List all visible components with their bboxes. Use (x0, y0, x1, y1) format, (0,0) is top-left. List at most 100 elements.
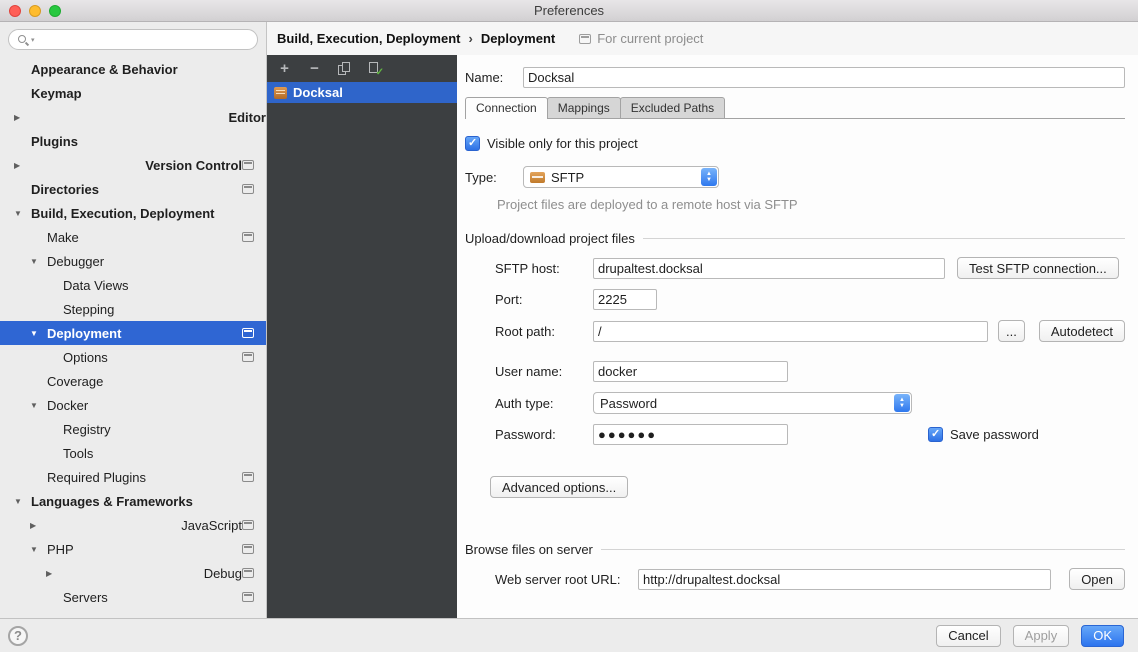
sidebar-item-label: Options (63, 350, 108, 365)
user-name-input[interactable] (593, 361, 788, 382)
sidebar-item-label: Directories (31, 182, 99, 197)
tree-collapse-icon[interactable] (30, 257, 47, 266)
sidebar-item-languages-frameworks[interactable]: Languages & Frameworks (0, 489, 266, 513)
browse-root-path-button[interactable]: ... (998, 320, 1025, 342)
sidebar-item-registry[interactable]: Registry (0, 417, 266, 441)
tree-collapse-icon[interactable] (30, 329, 47, 338)
sidebar-item-php[interactable]: PHP (0, 537, 266, 561)
breadcrumb: Build, Execution, Deployment › Deploymen… (267, 22, 1138, 55)
sidebar-item-deployment[interactable]: Deployment (0, 321, 266, 345)
current-project-indicator-icon (242, 328, 254, 338)
autodetect-button[interactable]: Autodetect (1039, 320, 1125, 342)
sftp-server-icon (274, 87, 287, 99)
breadcrumb-section[interactable]: Build, Execution, Deployment (277, 31, 460, 46)
deployment-form: Name: Connection Mappings Excluded Paths… (457, 55, 1138, 618)
name-input[interactable] (523, 67, 1125, 88)
open-button[interactable]: Open (1069, 568, 1125, 590)
type-value: SFTP (551, 170, 584, 185)
duplicate-server-icon[interactable] (338, 62, 351, 75)
settings-search-box[interactable]: ▾ (8, 29, 258, 50)
zoom-button[interactable] (49, 5, 61, 17)
sidebar-item-keymap[interactable]: Keymap (0, 81, 266, 105)
user-name-label: User name: (495, 364, 593, 379)
test-sftp-connection-button[interactable]: Test SFTP connection... (957, 257, 1119, 279)
sidebar-item-editor[interactable]: Editor (0, 105, 266, 129)
sidebar-item-label: Required Plugins (47, 470, 146, 485)
sidebar-item-build-execution-deployment[interactable]: Build, Execution, Deployment (0, 201, 266, 225)
close-button[interactable] (9, 5, 21, 17)
visible-only-checkbox-row[interactable]: Visible only for this project (465, 136, 1125, 151)
sidebar-item-tools[interactable]: Tools (0, 441, 266, 465)
sidebar-item-version-control[interactable]: Version Control (0, 153, 266, 177)
tab-connection[interactable]: Connection (465, 97, 548, 119)
sidebar-item-label: Make (47, 230, 79, 245)
root-path-input[interactable] (593, 321, 988, 342)
server-toolbar: + − ✓ (267, 55, 457, 82)
sftp-host-input[interactable] (593, 258, 945, 279)
current-project-indicator-icon (242, 352, 254, 362)
window-title: Preferences (534, 3, 604, 18)
tree-expand-icon[interactable] (14, 113, 228, 122)
tab-excluded-paths[interactable]: Excluded Paths (620, 97, 725, 118)
type-hint: Project files are deployed to a remote h… (497, 197, 1125, 212)
save-password-checkbox[interactable] (928, 427, 943, 442)
sidebar-item-coverage[interactable]: Coverage (0, 369, 266, 393)
settings-sidebar: ▾ Appearance & Behavior Keymap Editor Pl… (0, 22, 267, 618)
sidebar-item-plugins[interactable]: Plugins (0, 129, 266, 153)
search-input[interactable] (39, 33, 249, 47)
server-list-item[interactable]: Docksal (267, 82, 457, 103)
sidebar-item-stepping[interactable]: Stepping (0, 297, 266, 321)
tree-expand-icon[interactable] (30, 521, 181, 530)
tree-collapse-icon[interactable] (14, 497, 31, 506)
sidebar-item-directories[interactable]: Directories (0, 177, 266, 201)
sidebar-item-label: Data Views (63, 278, 129, 293)
sidebar-item-debugger[interactable]: Debugger (0, 249, 266, 273)
port-input[interactable] (593, 289, 657, 310)
sidebar-item-javascript[interactable]: JavaScript (0, 513, 266, 537)
type-dropdown[interactable]: SFTP ▲▼ (523, 166, 719, 188)
tree-collapse-icon[interactable] (14, 209, 31, 218)
use-as-default-icon[interactable]: ✓ (368, 62, 382, 75)
help-button[interactable]: ? (8, 626, 28, 646)
search-options-chevron-icon[interactable]: ▾ (31, 36, 35, 44)
tree-expand-icon[interactable] (14, 161, 145, 170)
sidebar-item-label: Plugins (31, 134, 78, 149)
dropdown-stepper-icon[interactable]: ▲▼ (701, 168, 717, 186)
password-input[interactable] (593, 424, 788, 445)
sidebar-item-required-plugins[interactable]: Required Plugins (0, 465, 266, 489)
current-project-indicator-icon (242, 544, 254, 554)
visible-only-checkbox[interactable] (465, 136, 480, 151)
tab-mappings[interactable]: Mappings (547, 97, 621, 118)
breadcrumb-separator: › (468, 31, 472, 46)
sidebar-item-php-servers[interactable]: Servers (0, 585, 266, 609)
advanced-options-button[interactable]: Advanced options... (490, 476, 628, 498)
current-project-indicator-icon (242, 568, 254, 578)
tree-expand-icon[interactable] (46, 569, 204, 578)
sidebar-item-appearance-behavior[interactable]: Appearance & Behavior (0, 57, 266, 81)
sidebar-item-label: Docker (47, 398, 88, 413)
tree-collapse-icon[interactable] (30, 545, 47, 554)
dropdown-stepper-icon[interactable]: ▲▼ (894, 394, 910, 412)
sidebar-item-options[interactable]: Options (0, 345, 266, 369)
save-password-checkbox-row[interactable]: Save password (928, 427, 1039, 442)
sidebar-item-docker[interactable]: Docker (0, 393, 266, 417)
cancel-button[interactable]: Cancel (936, 625, 1000, 647)
sftp-host-label: SFTP host: (495, 261, 593, 276)
sidebar-item-make[interactable]: Make (0, 225, 266, 249)
ok-button[interactable]: OK (1081, 625, 1124, 647)
remove-server-icon[interactable]: − (308, 61, 321, 76)
sidebar-item-label: Servers (63, 590, 108, 605)
upload-group-title: Upload/download project files (465, 231, 635, 246)
tree-collapse-icon[interactable] (30, 401, 47, 410)
apply-button[interactable]: Apply (1013, 625, 1070, 647)
sidebar-item-php-debug[interactable]: Debug (0, 561, 266, 585)
auth-type-dropdown[interactable]: Password ▲▼ (593, 392, 912, 414)
sidebar-item-label: Version Control (145, 158, 242, 173)
search-icon (17, 34, 29, 46)
add-server-icon[interactable]: + (278, 61, 291, 76)
web-root-input[interactable] (638, 569, 1051, 590)
minimize-button[interactable] (29, 5, 41, 17)
sidebar-item-data-views[interactable]: Data Views (0, 273, 266, 297)
upload-group-header: Upload/download project files (465, 231, 1125, 246)
sidebar-item-label: Tools (63, 446, 93, 461)
